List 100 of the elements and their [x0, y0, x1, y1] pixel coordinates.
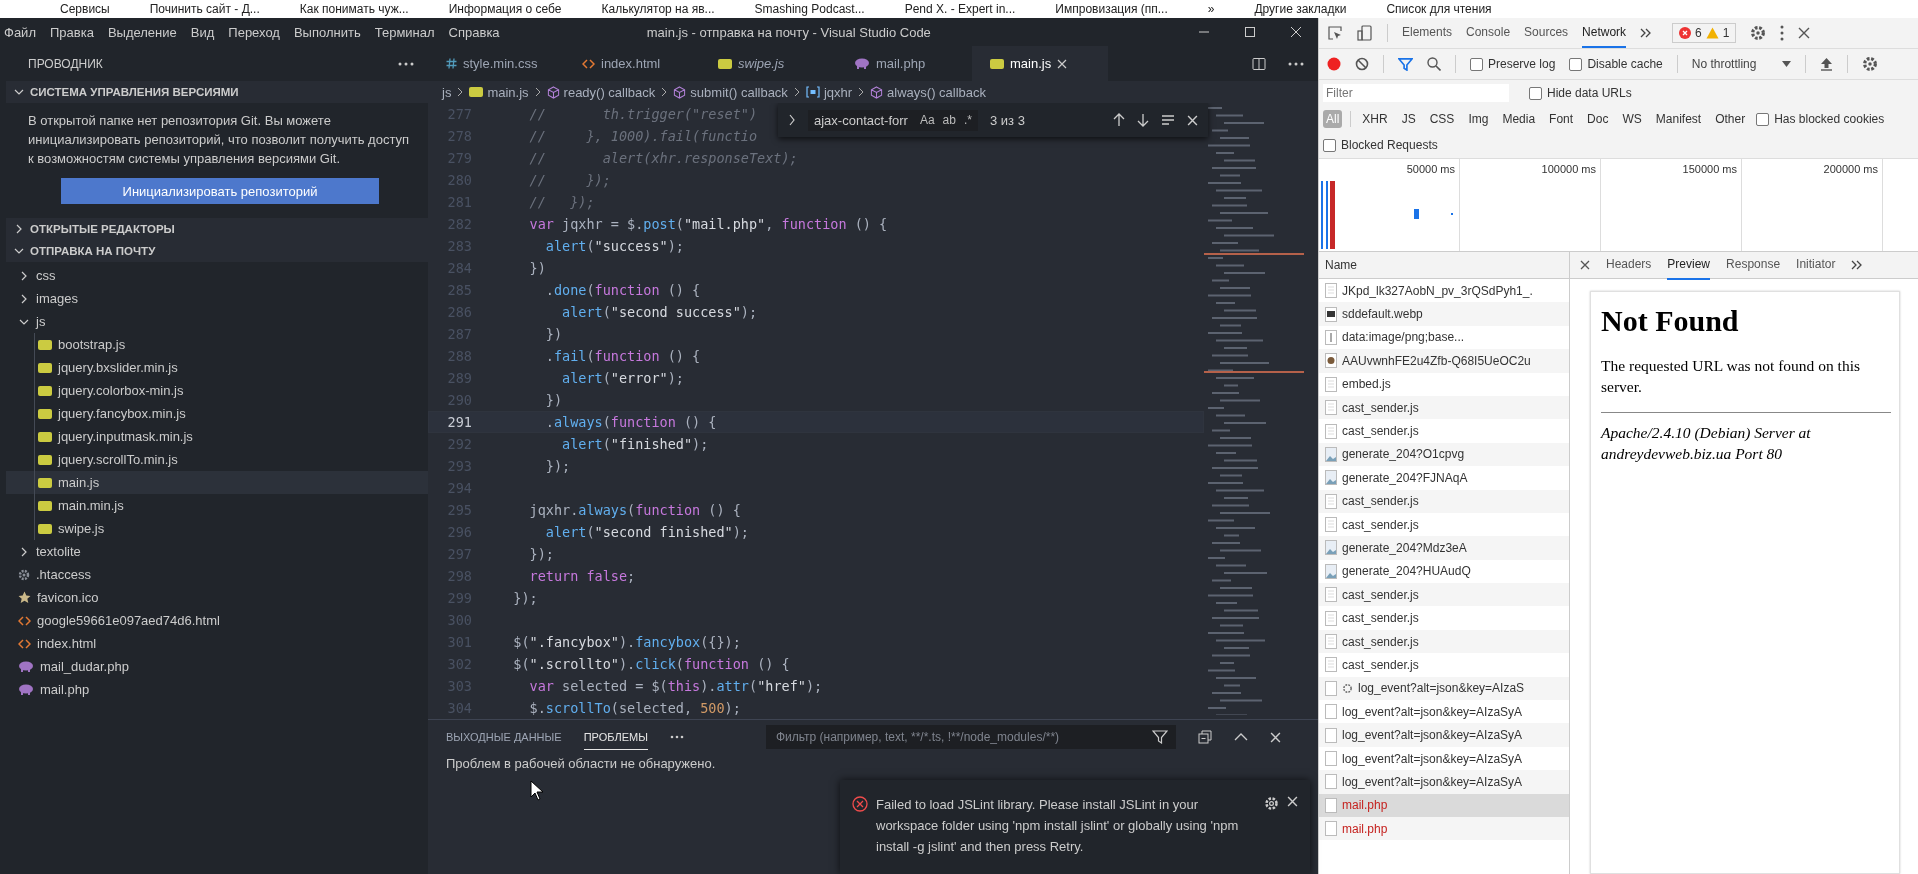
request-row[interactable]: log_event?alt=json&key=AIzaSyA — [1319, 746, 1569, 771]
request-row[interactable]: AAUvwnhFE2u4Zfb-Q68I5UeOC2u — [1319, 349, 1569, 373]
devtools-tab[interactable]: Sources — [1524, 18, 1569, 48]
arrow-down-icon[interactable] — [1137, 113, 1149, 127]
settings-icon[interactable] — [1750, 25, 1767, 41]
bookmark[interactable]: Починить сайт - Д... — [149, 2, 260, 16]
more-icon[interactable] — [1288, 61, 1304, 66]
menu-item[interactable]: Справка — [448, 24, 500, 40]
section-header[interactable]: СИСТЕМА УПРАВЛЕНИЯ ВЕРСИЯМИ — [6, 81, 428, 103]
devtools-tab[interactable]: Console — [1466, 18, 1511, 48]
arrow-up-icon[interactable] — [1113, 113, 1125, 127]
breadcrumb[interactable]: main.js — [469, 84, 529, 100]
request-row[interactable]: generate_204?Mdz3eA — [1319, 536, 1569, 560]
initialize-repository-button[interactable]: Инициализировать репозиторий — [61, 178, 379, 204]
file-tree-item[interactable]: jquery.colorbox-min.js — [6, 379, 428, 402]
file-tree-item[interactable]: swipe.js — [6, 517, 428, 540]
editor-tab[interactable]: swipe.js — [700, 46, 836, 81]
file-tree-item[interactable]: js — [6, 310, 428, 333]
type-filter[interactable]: Doc — [1584, 110, 1612, 128]
menu-item[interactable]: Правка — [49, 24, 94, 40]
double-chevron-icon[interactable] — [1640, 28, 1653, 38]
panel-tab[interactable]: ВЫХОДНЫЕ ДАННЫЕ — [446, 724, 562, 750]
editor-tab[interactable]: style.min.css — [428, 46, 564, 81]
close-icon[interactable] — [1580, 260, 1590, 270]
kebab-menu-icon[interactable] — [1780, 25, 1785, 41]
menu-item[interactable]: Вид — [190, 24, 215, 40]
section-header[interactable]: ОТКРЫТЫЕ РЕДАКТОРЫ — [6, 218, 428, 240]
file-tree-item[interactable]: jquery.fancybox.min.js — [6, 402, 428, 425]
filter-icon[interactable] — [1151, 730, 1168, 744]
editor-tab[interactable]: mail.php — [836, 46, 972, 81]
request-row[interactable]: mail.php — [1319, 817, 1569, 841]
request-row[interactable]: cast_sender.js — [1319, 583, 1569, 607]
find-field[interactable]: ajax-contact-forr Aa ab .* — [808, 109, 978, 131]
file-tree-item[interactable]: main.min.js — [6, 494, 428, 517]
more-icon[interactable] — [669, 735, 684, 739]
type-filter[interactable]: XHR — [1359, 110, 1391, 128]
checkbox-option[interactable]: Has blocked cookies — [1756, 112, 1885, 126]
bookmark[interactable]: Сервисы — [60, 2, 110, 16]
upload-icon[interactable] — [1820, 57, 1834, 71]
bookmark[interactable]: » — [1207, 2, 1215, 16]
request-row[interactable]: log_event?alt=json&key=AIzaSyA — [1319, 723, 1569, 747]
request-row[interactable]: mail.php — [1319, 793, 1569, 817]
file-tree-item[interactable]: textolite — [6, 540, 428, 563]
type-filter[interactable]: Img — [1465, 110, 1492, 128]
bookmark[interactable]: Информация о себе — [448, 2, 562, 16]
detail-tab[interactable]: Headers — [1606, 250, 1652, 280]
request-row[interactable]: embed.js — [1319, 372, 1569, 396]
chevron-right-icon[interactable] — [788, 114, 796, 126]
lines-icon[interactable] — [1161, 114, 1175, 126]
checkbox-option[interactable]: Hide data URLs — [1529, 86, 1632, 100]
inspect-icon[interactable] — [1327, 25, 1343, 41]
request-row[interactable]: log_event?alt=json&key=AIzaS — [1319, 676, 1569, 701]
devtools-tab[interactable]: Elements — [1402, 18, 1453, 48]
settings-icon[interactable] — [1862, 56, 1879, 72]
checkbox-option[interactable]: Preserve log — [1470, 57, 1556, 71]
panel-tab[interactable]: ПРОБЛЕМЫ — [583, 724, 648, 750]
bookmark[interactable]: Другие закладки — [1254, 2, 1347, 16]
bookmark[interactable]: Smashing Podcast... — [754, 2, 865, 16]
breadcrumb[interactable]: ready() callback — [546, 84, 656, 100]
file-tree-item[interactable]: mail_dudar.php — [6, 655, 428, 678]
type-filter[interactable]: WS — [1619, 110, 1645, 128]
file-tree-item[interactable]: google59661e097aed74d6.html — [6, 609, 428, 632]
type-filter[interactable]: Manifest — [1652, 110, 1705, 128]
request-row[interactable]: log_event?alt=json&key=AIzaSyA — [1319, 700, 1569, 724]
file-tree-item[interactable]: bootstrap.js — [6, 333, 428, 356]
file-tree-item[interactable]: .htaccess — [6, 563, 428, 586]
request-row[interactable]: generate_204?O1cpvg — [1319, 442, 1569, 467]
request-row[interactable]: generate_204?HUAudQ — [1319, 559, 1569, 584]
type-filter[interactable]: Font — [1546, 110, 1577, 128]
editor-tab[interactable]: main.js — [972, 46, 1108, 81]
bookmark[interactable]: Калькулятор на яв... — [601, 2, 715, 16]
record-icon[interactable] — [1327, 57, 1341, 71]
collapse-all-icon[interactable] — [1197, 730, 1212, 744]
type-filter[interactable]: Media — [1499, 110, 1539, 128]
request-row[interactable]: cast_sender.js — [1319, 395, 1569, 420]
request-row[interactable]: cast_sender.js — [1319, 629, 1569, 654]
request-row[interactable]: log_event?alt=json&key=AIzaSyA — [1319, 770, 1569, 794]
request-row[interactable]: cast_sender.js — [1319, 606, 1569, 630]
bookmark[interactable]: Список для чтения — [1386, 2, 1492, 16]
split-editor-icon[interactable] — [1252, 56, 1266, 71]
bookmark[interactable]: Pend X. - Expert in... — [904, 2, 1016, 16]
device-icon[interactable] — [1357, 25, 1373, 41]
file-tree-item[interactable]: jquery.bxslider.min.js — [6, 356, 428, 379]
file-tree-item[interactable]: images — [6, 287, 428, 310]
filter-field[interactable]: Filter — [1323, 84, 1509, 102]
request-row[interactable]: sddefault.webp — [1319, 302, 1569, 326]
request-row[interactable]: cast_sender.js — [1319, 653, 1569, 677]
breadcrumb[interactable]: jqxhr — [805, 84, 853, 100]
column-header[interactable]: Name — [1319, 252, 1569, 279]
bookmark[interactable]: Как понимать чуж... — [299, 2, 409, 16]
checkbox-option[interactable]: Blocked Requests — [1323, 138, 1438, 152]
checkbox-option[interactable]: Disable cache — [1569, 57, 1663, 71]
type-filter[interactable]: CSS — [1426, 110, 1458, 128]
section-header[interactable]: ОТПРАВКА НА ПОЧТУ — [6, 240, 428, 262]
request-row[interactable]: cast_sender.js — [1319, 512, 1569, 537]
file-tree-item[interactable]: main.js — [6, 471, 428, 494]
detail-tab[interactable]: Response — [1726, 250, 1781, 280]
request-row[interactable]: cast_sender.js — [1319, 419, 1569, 443]
breadcrumb[interactable]: always() callback — [870, 84, 987, 100]
menu-item[interactable]: Выделение — [107, 24, 177, 40]
